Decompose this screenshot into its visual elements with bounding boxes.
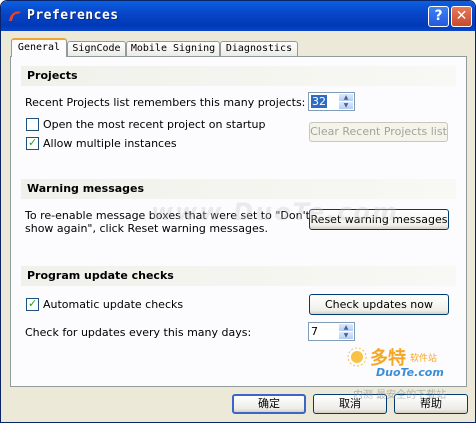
update-days-arrows: ▲ ▼ (339, 324, 353, 339)
clear-recent-projects-button[interactable]: Clear Recent Projects list (309, 122, 448, 142)
app-logo-icon (9, 11, 21, 21)
watermark-url: www.DuoTe.com (151, 198, 399, 226)
spin-up-icon[interactable]: ▲ (339, 94, 353, 101)
projects-section-title: Projects (27, 69, 78, 82)
title-bar[interactable]: Preferences ? ✕ (1, 1, 475, 31)
spin-up-icon[interactable]: ▲ (339, 324, 353, 331)
warnings-section-header: Warning messages (21, 179, 456, 199)
recent-projects-label: Recent Projects list remembers this many… (25, 96, 306, 109)
updates-section-header: Program update checks (21, 266, 456, 286)
sun-logo-icon (347, 347, 367, 367)
auto-update-checkbox[interactable] (26, 297, 39, 311)
updates-section-title: Program update checks (27, 269, 174, 282)
spin-down-icon[interactable]: ▼ (339, 332, 353, 339)
allow-multiple-label[interactable]: Allow multiple instances (43, 137, 177, 150)
warnings-section-title: Warning messages (27, 182, 145, 195)
update-days-label: Check for updates every this many days: (25, 326, 252, 339)
recent-projects-spinner[interactable]: 32 ▲ ▼ (308, 92, 355, 111)
recent-projects-arrows: ▲ ▼ (339, 94, 353, 109)
tab-diagnostics[interactable]: Diagnostics (220, 41, 298, 56)
tab-mobile-signing[interactable]: Mobile Signing (126, 41, 220, 56)
ok-button[interactable]: 确定 (232, 394, 306, 414)
close-titlebar-button[interactable]: ✕ (451, 6, 472, 27)
auto-update-label[interactable]: Automatic update checks (43, 298, 183, 311)
watermark-sub: 内测 最安全的下载站 (353, 390, 447, 401)
allow-multiple-checkbox[interactable] (26, 136, 39, 150)
preferences-window: Preferences ? ✕ General SignCode Mobile … (0, 0, 476, 423)
projects-section-header: Projects (21, 66, 456, 86)
update-days-spinner[interactable]: 7 ▲ ▼ (308, 322, 355, 341)
recent-projects-value[interactable]: 32 (311, 95, 327, 108)
watermark-logo-en: DuoTe.com (376, 366, 444, 379)
update-days-value[interactable]: 7 (311, 325, 318, 338)
open-recent-checkbox[interactable] (26, 118, 39, 131)
tab-signcode[interactable]: SignCode (67, 41, 126, 56)
tab-general[interactable]: General (11, 38, 67, 57)
check-updates-now-button[interactable]: Check updates now (309, 294, 449, 315)
help-titlebar-button[interactable]: ? (428, 6, 449, 27)
spin-down-icon[interactable]: ▼ (339, 102, 353, 109)
window-title: Preferences (27, 8, 119, 23)
watermark-logo-cn-small: 软件站 (410, 354, 438, 364)
open-recent-label[interactable]: Open the most recent project on startup (43, 118, 266, 131)
